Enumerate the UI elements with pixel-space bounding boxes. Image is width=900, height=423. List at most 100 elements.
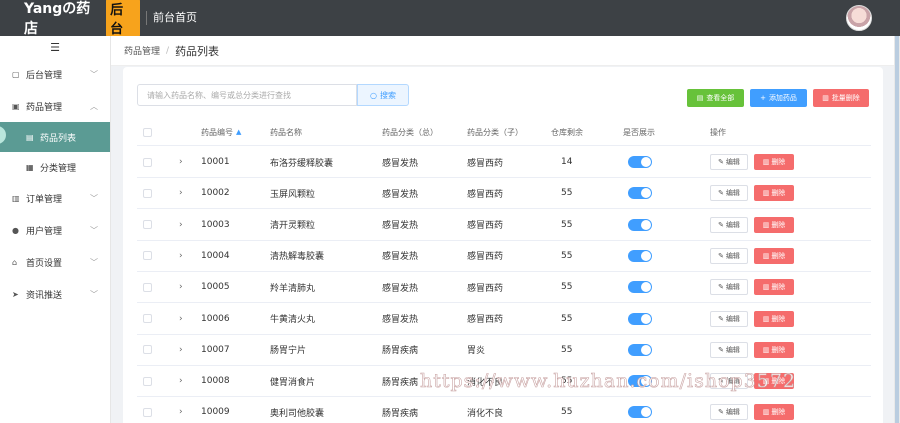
row-checkbox[interactable] (143, 314, 152, 323)
expand-chevron-icon[interactable]: › (179, 210, 183, 240)
sidebar-item-drug-list[interactable]: ▤ 药品列表 (0, 122, 110, 152)
sidebar-item-label: 后台管理 (26, 70, 63, 81)
delete-button[interactable]: ▥ 删除 (754, 185, 794, 202)
edit-button[interactable]: ✎ 编辑 (710, 154, 748, 170)
edit-button[interactable]: ✎ 编辑 (710, 310, 748, 327)
front-page-link[interactable]: 前台首页 (146, 11, 197, 25)
search-input[interactable]: 请输入药品名称、编号或总分类进行查找 (137, 84, 357, 106)
show-toggle[interactable] (628, 312, 652, 325)
delete-label: 删除 (771, 345, 786, 354)
column-header: 仓库剩余 (551, 127, 583, 137)
delete-button[interactable]: ▥ 删除 (754, 279, 794, 296)
sidebar: ☰ ▢ 后台管理 ﹀ ▣ 药品管理 ︿ ▤ 药品列表 ▦ 分类管理 ▥ 订单管理… (0, 36, 111, 423)
show-toggle[interactable] (628, 343, 652, 356)
show-toggle[interactable] (628, 218, 652, 231)
trash-icon: ▥ (762, 283, 770, 292)
row-checkbox[interactable] (143, 157, 152, 167)
scrollbar-thumb[interactable] (895, 36, 899, 423)
delete-button[interactable]: ▥ 删除 (754, 310, 794, 327)
avatar[interactable] (846, 5, 872, 31)
column-id[interactable]: 药品编号 ▲ (201, 119, 241, 145)
edit-button[interactable]: ✎ 编辑 (710, 341, 748, 358)
drug-id: 10009 (201, 407, 230, 418)
delete-button[interactable]: ▥ 删除 (754, 404, 794, 421)
expand-chevron-icon[interactable]: › (179, 366, 183, 396)
delete-button[interactable]: ▥ 删除 (754, 341, 794, 358)
search-button[interactable]: ○ 搜索 (357, 84, 409, 106)
row-checkbox[interactable] (143, 345, 152, 355)
delete-button[interactable]: ▥ 删除 (754, 154, 794, 170)
drug-category: 肠胃疾病 (382, 377, 419, 388)
toggle-knob (641, 219, 651, 230)
sidebar-item-orders[interactable]: ▥ 订单管理 ﹀ (0, 182, 110, 214)
actions-cell: ✎ 编辑 ▥ 删除 (710, 272, 794, 302)
row-checkbox[interactable] (143, 188, 152, 198)
delete-button[interactable]: ▥ 删除 (754, 216, 794, 233)
expand-chevron-icon[interactable]: › (179, 335, 183, 365)
batch-delete-button[interactable]: ▥ 批量删除 (813, 89, 869, 107)
expand-chevron-icon[interactable]: › (179, 241, 183, 271)
view-all-button[interactable]: ▤ 查看全部 (687, 89, 744, 107)
sidebar-item-users[interactable]: ● 用户管理 ﹀ (0, 214, 110, 246)
show-toggle-cell (628, 210, 652, 240)
show-toggle[interactable] (628, 187, 652, 200)
select-all-checkbox[interactable] (143, 127, 152, 137)
delete-button[interactable]: ▥ 删除 (754, 247, 794, 264)
show-toggle[interactable] (628, 406, 652, 419)
edit-button[interactable]: ✎ 编辑 (710, 185, 748, 202)
expand-chevron-icon[interactable]: › (179, 178, 183, 208)
edit-button[interactable]: ✎ 编辑 (710, 404, 748, 421)
drug-id: 10005 (201, 282, 230, 293)
edit-button[interactable]: ✎ 编辑 (710, 247, 748, 264)
logo[interactable]: Yangの药店 后台 (0, 0, 140, 38)
drug-stock: 55 (561, 313, 573, 324)
sidebar-item-admin[interactable]: ▢ 后台管理 ﹀ (0, 58, 110, 90)
drug-subcategory: 消化不良 (467, 408, 504, 419)
expand-chevron-icon[interactable]: › (179, 147, 183, 177)
scrollbar[interactable] (894, 36, 900, 423)
delete-label: 删除 (771, 158, 786, 166)
sidebar-item-label: 订单管理 (26, 194, 63, 205)
row-checkbox[interactable] (143, 282, 152, 292)
edit-icon: ✎ (718, 251, 724, 260)
breadcrumb-separator: / (166, 45, 170, 56)
column-header: 药品编号 (201, 127, 233, 137)
table-header: 药品编号 ▲ 药品名称 药品分类（总） 药品分类（子） 仓库剩余 是否展示 操作 (137, 119, 871, 146)
drug-name: 肠胃宁片 (270, 346, 307, 357)
table-row: › 10003 清开灵颗粒 感冒发热 感冒西药 55 ✎ 编辑 ▥ 删除 (137, 210, 871, 241)
bag-icon: ▣ (12, 101, 20, 111)
edit-button[interactable]: ✎ 编辑 (710, 279, 748, 296)
expand-chevron-icon[interactable]: › (179, 397, 183, 423)
sidebar-item-categories[interactable]: ▦ 分类管理 (0, 152, 110, 182)
drug-stock: 14 (561, 157, 573, 167)
sort-icon[interactable]: ▲ (236, 128, 241, 136)
breadcrumb-parent[interactable]: 药品管理 (124, 44, 160, 57)
row-select-cell (143, 178, 152, 208)
row-checkbox[interactable] (143, 407, 152, 417)
edit-icon: ✎ (718, 283, 724, 292)
row-checkbox[interactable] (143, 220, 152, 230)
expand-chevron-icon[interactable]: › (179, 272, 183, 302)
sidebar-item-drugs[interactable]: ▣ 药品管理 ︿ (0, 90, 110, 122)
delete-label: 删除 (771, 251, 786, 260)
search-button-label: 搜索 (379, 90, 396, 100)
edit-button[interactable]: ✎ 编辑 (710, 216, 748, 233)
actions-cell: ✎ 编辑 ▥ 删除 (710, 210, 794, 240)
edit-label: 编辑 (725, 251, 740, 260)
row-checkbox[interactable] (143, 251, 152, 261)
drug-name: 健胃消食片 (270, 377, 316, 388)
show-toggle[interactable] (628, 156, 652, 168)
row-checkbox[interactable] (143, 376, 152, 386)
edit-label: 编辑 (725, 189, 740, 198)
expand-chevron-icon[interactable]: › (179, 304, 183, 334)
actions-cell: ✎ 编辑 ▥ 删除 (710, 178, 794, 208)
menu-toggle-icon[interactable]: ☰ (0, 36, 110, 58)
sidebar-item-home-settings[interactable]: ⌂ 首页设置 ﹀ (0, 246, 110, 278)
drug-subcategory: 感冒西药 (467, 158, 504, 169)
add-drug-button[interactable]: + 添加药品 (750, 89, 807, 107)
show-toggle[interactable] (628, 281, 652, 294)
show-toggle[interactable] (628, 249, 652, 262)
chevron-down-icon: ﹀ (90, 193, 98, 203)
sidebar-item-news[interactable]: ➤ 资讯推送 ﹀ (0, 278, 110, 310)
delete-label: 删除 (771, 408, 786, 417)
